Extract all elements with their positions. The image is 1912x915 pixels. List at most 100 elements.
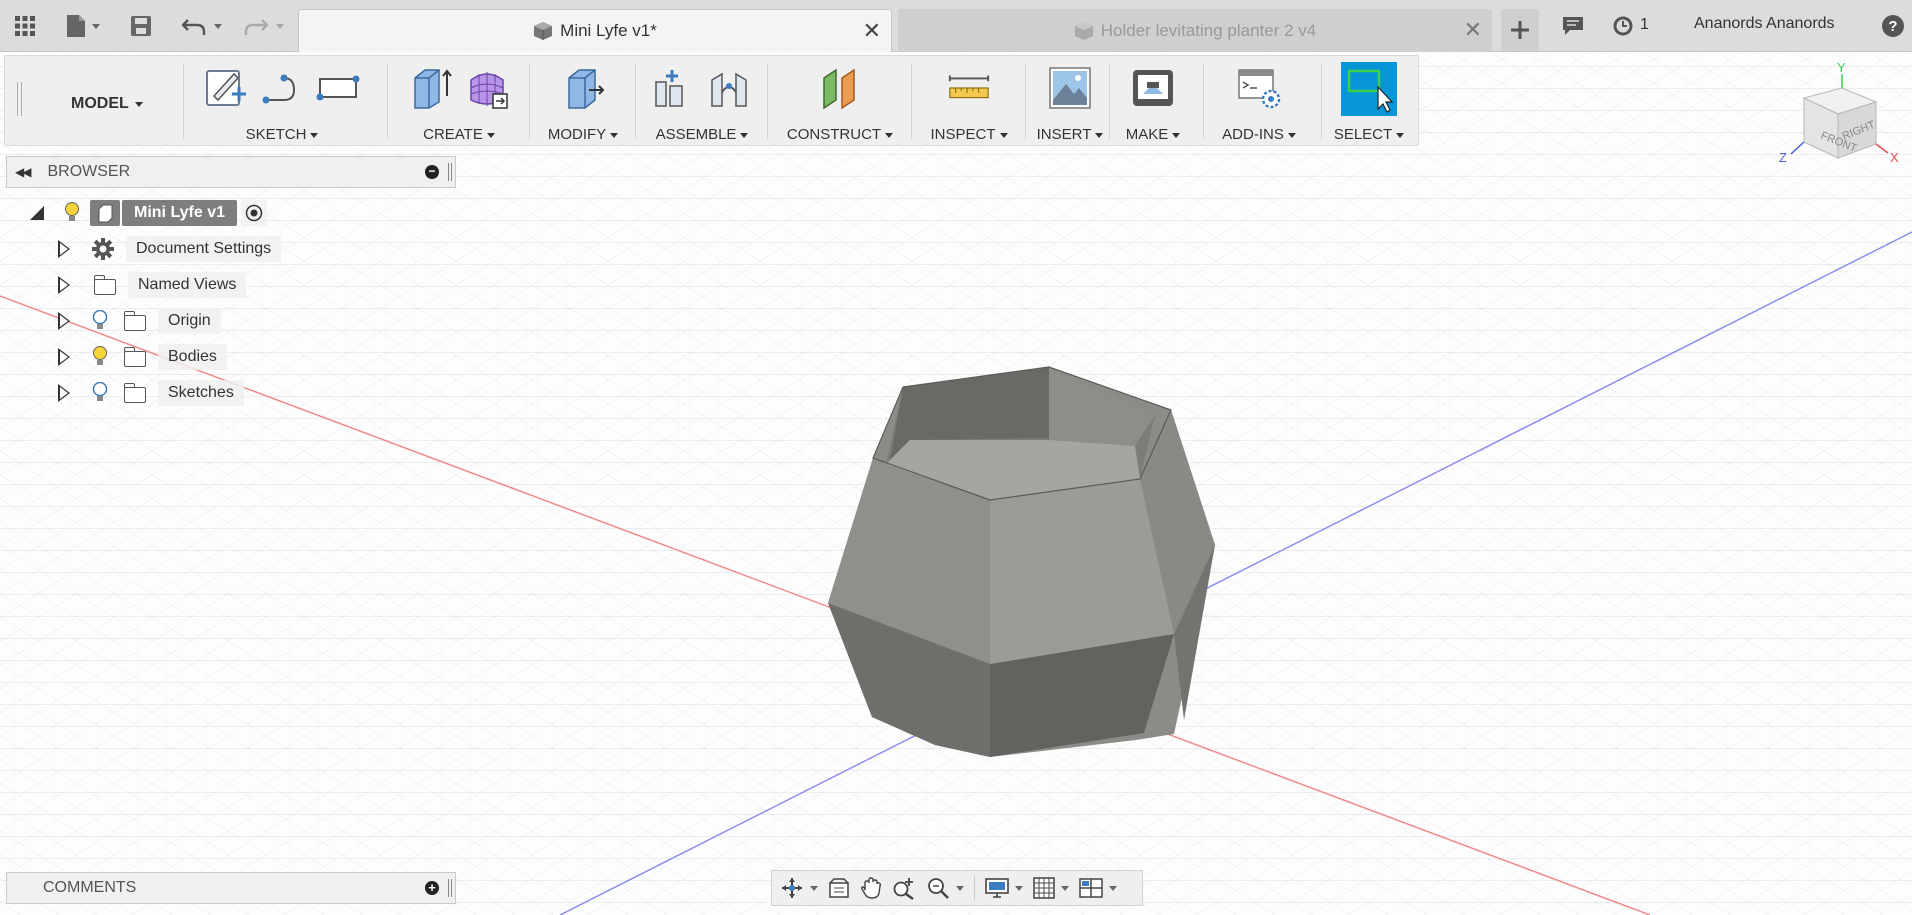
document-cube-icon	[534, 22, 553, 40]
create-sketch-icon[interactable]	[203, 64, 249, 112]
browser-item-label: Named Views	[128, 272, 247, 298]
svg-text:?: ?	[1888, 18, 1897, 35]
tab-mini-lyfe[interactable]: Mini Lyfe v1* ✕	[298, 9, 892, 52]
axis-x-label: X	[1890, 150, 1899, 165]
gear-icon	[90, 236, 116, 262]
create-group: CREATE	[393, 56, 525, 145]
expand-triangle-icon[interactable]	[58, 276, 70, 294]
inspect-group: INSPECT	[917, 56, 1021, 145]
measure-icon[interactable]	[946, 64, 992, 112]
browser-item-label: Origin	[158, 308, 221, 334]
browser-item-label: Document Settings	[126, 236, 282, 262]
make-menu[interactable]: MAKE	[1115, 126, 1191, 143]
zoom-icon[interactable]	[888, 873, 920, 903]
press-pull-icon[interactable]	[560, 64, 606, 112]
help-icon[interactable]: ?	[1880, 13, 1906, 39]
inspect-menu[interactable]: INSPECT	[917, 126, 1021, 143]
axis-z-label: Z	[1779, 150, 1787, 165]
construct-menu[interactable]: CONSTRUCT	[773, 126, 907, 143]
toolbar-grip[interactable]	[17, 82, 22, 116]
expand-triangle-icon[interactable]	[58, 312, 70, 330]
new-tab-button[interactable]	[1501, 9, 1539, 51]
root-component-label[interactable]: Mini Lyfe v1	[122, 200, 237, 226]
folder-icon	[123, 311, 146, 331]
modify-menu[interactable]: MODIFY	[535, 126, 631, 143]
comments-panel-header[interactable]: COMMENTS +	[6, 872, 456, 904]
browser-item-origin[interactable]: Origin	[58, 306, 221, 336]
display-settings-icon[interactable]	[981, 873, 1027, 903]
pan-icon[interactable]	[856, 873, 886, 903]
select-menu[interactable]: SELECT	[1327, 126, 1411, 143]
browser-resize-handle[interactable]	[448, 163, 452, 181]
comments-icon[interactable]	[1560, 13, 1586, 39]
insert-canvas-icon[interactable]	[1047, 64, 1093, 112]
minimize-browser-icon[interactable]: −	[425, 165, 439, 179]
expand-triangle-icon[interactable]	[58, 384, 70, 402]
app-grid-icon[interactable]	[12, 13, 38, 39]
folder-icon	[123, 347, 146, 367]
component-icon	[90, 200, 120, 226]
title-bar: Mini Lyfe v1* ✕ Holder levitating plante…	[0, 0, 1912, 52]
browser-item-sketches[interactable]: Sketches	[58, 378, 244, 408]
add-ins-group: ADD-INS	[1207, 56, 1311, 145]
job-status-icon[interactable]	[1610, 13, 1636, 39]
browser-item-named-views[interactable]: Named Views	[58, 270, 247, 300]
visibility-lightbulb-icon[interactable]	[90, 345, 110, 369]
assemble-menu[interactable]: ASSEMBLE	[641, 126, 763, 143]
expand-triangle-icon[interactable]	[30, 206, 44, 220]
close-tab-icon[interactable]: ✕	[1464, 19, 1482, 41]
browser-title: BROWSER	[47, 163, 131, 180]
activate-component-icon[interactable]	[240, 200, 267, 226]
add-comment-icon[interactable]: +	[425, 881, 439, 895]
sketch-menu[interactable]: SKETCH	[191, 126, 373, 143]
offset-plane-icon[interactable]	[817, 64, 863, 112]
browser-item-label: Bodies	[158, 344, 227, 370]
new-component-icon[interactable]	[651, 64, 697, 112]
form-icon[interactable]	[464, 64, 510, 112]
document-cube-icon	[1074, 21, 1093, 40]
workspace-switcher[interactable]: MODEL	[71, 95, 143, 113]
user-account-name[interactable]: Ananords Ananords	[1694, 15, 1835, 33]
insert-menu[interactable]: INSERT	[1031, 126, 1109, 143]
sketch-group: SKETCH	[191, 56, 373, 145]
expand-triangle-icon[interactable]	[58, 240, 70, 258]
folder-icon	[123, 383, 146, 403]
create-menu[interactable]: CREATE	[393, 126, 525, 143]
visibility-lightbulb-icon[interactable]	[90, 309, 110, 333]
fit-zoom-icon[interactable]	[922, 873, 968, 903]
look-at-icon[interactable]	[824, 873, 854, 903]
comments-resize-handle[interactable]	[448, 879, 452, 897]
browser-panel-header[interactable]: ◀◀ BROWSER −	[6, 156, 456, 188]
extrude-icon[interactable]	[408, 64, 454, 112]
visibility-lightbulb-icon[interactable]	[90, 381, 110, 405]
visibility-lightbulb-icon[interactable]	[62, 201, 82, 225]
select-group: SELECT	[1327, 56, 1411, 145]
browser-item-document-settings[interactable]: Document Settings	[58, 234, 282, 264]
add-ins-menu[interactable]: ADD-INS	[1207, 126, 1311, 143]
select-icon[interactable]	[1341, 62, 1397, 116]
3d-print-icon[interactable]	[1130, 64, 1176, 112]
rectangle-icon[interactable]	[315, 64, 361, 112]
browser-root-row[interactable]: Mini Lyfe v1	[30, 198, 267, 228]
construct-group: CONSTRUCT	[773, 56, 907, 145]
navigation-bar	[771, 870, 1143, 906]
grid-snaps-icon[interactable]	[1029, 873, 1073, 903]
tab-holder-levitating-planter[interactable]: Holder levitating planter 2 v4 ✕	[898, 9, 1492, 52]
save-icon[interactable]	[128, 13, 154, 39]
close-tab-icon[interactable]: ✕	[863, 20, 881, 42]
browser-item-bodies[interactable]: Bodies	[58, 342, 227, 372]
browser-item-label: Sketches	[158, 380, 244, 406]
undo-icon[interactable]	[178, 13, 226, 39]
file-menu-icon[interactable]	[62, 13, 104, 39]
viewcube[interactable]: FRONT RIGHT Z X Y	[1776, 58, 1906, 178]
collapse-browser-icon[interactable]: ◀◀	[15, 165, 32, 179]
joint-icon[interactable]	[707, 64, 753, 112]
redo-icon[interactable]	[240, 13, 288, 39]
scripts-addins-icon[interactable]	[1236, 64, 1282, 112]
comments-title: COMMENTS	[43, 879, 137, 896]
axis-y-label: Y	[1837, 60, 1846, 75]
viewports-icon[interactable]	[1075, 873, 1121, 903]
orbit-icon[interactable]	[776, 873, 822, 903]
line-icon[interactable]	[259, 64, 305, 112]
expand-triangle-icon[interactable]	[58, 348, 70, 366]
